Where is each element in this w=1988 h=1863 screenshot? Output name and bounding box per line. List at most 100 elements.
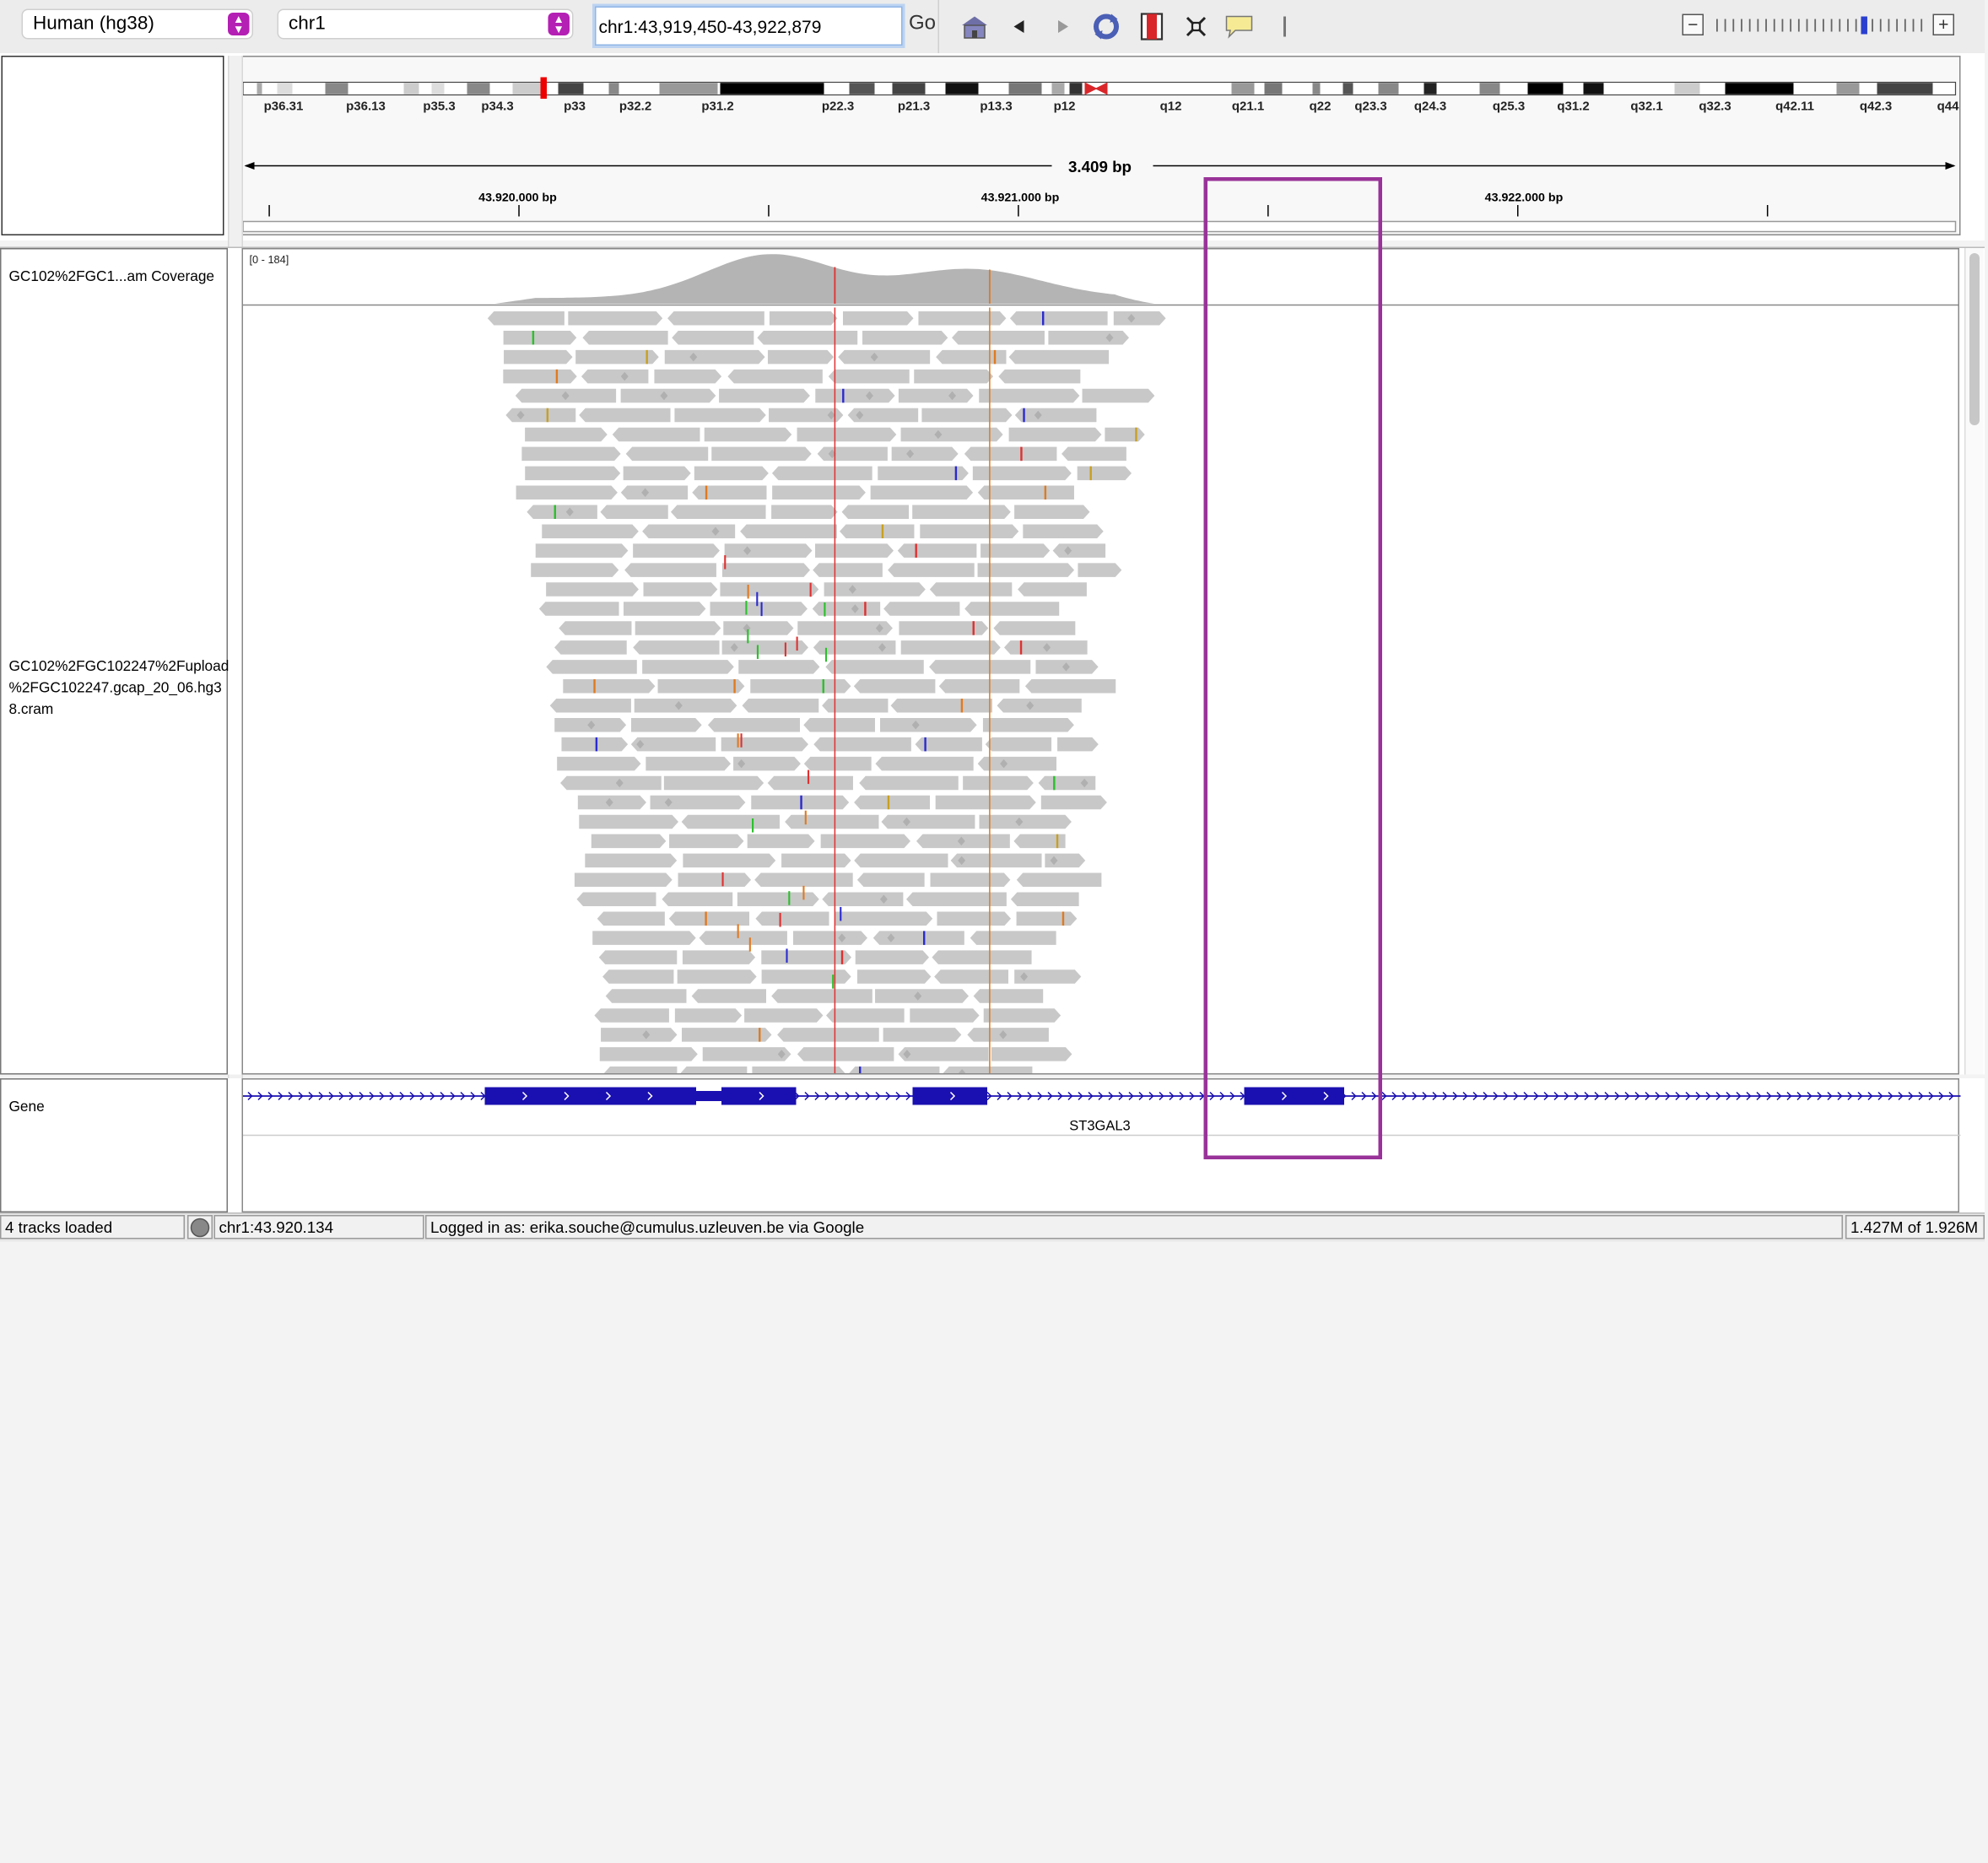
ideogram-band [277,83,293,94]
aligned-read [623,602,706,616]
aligned-read [598,950,678,964]
gene-track-name[interactable]: Gene [9,1098,45,1120]
aligned-read [856,872,925,888]
aligned-read [859,775,959,791]
forward-icon[interactable] [1047,10,1080,43]
aligned-read [650,795,746,810]
alignment-track-name-line: %2FGC102247.gcap_20_06.hg3 [8,681,222,696]
back-icon[interactable] [1002,10,1035,43]
locus-input[interactable] [592,3,905,48]
coverage-track[interactable] [494,254,1155,304]
aligned-read [771,989,872,1003]
band-label: q42.3 [1860,100,1892,114]
aligned-read [898,388,974,403]
aligned-read [694,466,769,481]
zoom-slider[interactable] [1714,16,1926,35]
zoom-in-button[interactable]: + [1932,14,1954,35]
zoom-out-button[interactable]: − [1682,14,1704,35]
gene-label: ST3GAL3 [1069,1119,1130,1134]
toolbar-divider [937,0,939,53]
mismatch-base [960,699,964,713]
zoom-tick [1823,19,1824,32]
chromosome-ideogram[interactable] [242,77,1957,100]
mismatch-base [786,948,788,963]
genome-dropdown[interactable]: Human (hg38) ▲ ▼ [21,8,253,40]
coverage-track-name[interactable]: GC102%2FGC1...am Coverage [9,267,215,289]
memory-status: 1.427M of 1.926M [1845,1215,1985,1239]
band-label: q31.2 [1557,100,1589,114]
ideogram-band [849,83,875,94]
alignment-reads[interactable] [487,307,1166,1075]
zoom-tick [1912,19,1915,32]
scrollbar-thumb[interactable] [1969,253,1980,425]
aligned-read [997,699,1082,713]
aligned-read [504,349,573,364]
go-button[interactable]: Go [909,13,936,35]
aligned-read [824,582,926,597]
aligned-read [642,524,736,538]
aligned-read [707,717,801,732]
zoom-tick [1904,19,1906,32]
band-label: q32.1 [1630,100,1662,114]
zoom-tick [1716,19,1718,32]
mismatch-base [881,524,884,538]
band-label: p22.3 [822,100,854,114]
popup-text-icon[interactable] [1223,10,1256,43]
aligned-read [672,330,754,345]
aligned-read [797,1047,894,1061]
mismatch-base [705,485,708,500]
aligned-read [1040,795,1107,810]
tracks-loaded-status: 4 tracks loaded [0,1215,185,1239]
mismatch-base [1019,640,1023,655]
alignment-data-area[interactable]: [0 - 184] [241,248,1959,1075]
gene-feature[interactable] [243,1087,1961,1105]
aligned-read [642,660,734,674]
mismatch-base [796,636,798,651]
ideogram-band [512,83,543,94]
aligned-read [883,602,960,616]
data-panel: GC102%2FGC1...am Coverage GC102%2FGC1022… [0,246,1985,1075]
aligned-read [663,775,764,791]
aligned-read [721,737,808,752]
chromosome-dropdown[interactable]: chr1 ▲ ▼ [277,8,574,40]
vertical-scrollbar[interactable] [1964,248,1984,1075]
zoom-tick [1806,19,1808,32]
aligned-read [525,427,608,442]
toolbar: Human (hg38) ▲▼ chr1 ▲▼ Go [0,0,1985,55]
home-icon[interactable] [959,10,991,43]
aligned-read [521,446,621,462]
band-label: q23.3 [1354,100,1386,114]
aligned-read [891,446,959,462]
aligned-read [767,775,853,791]
band-labels: p36.31 p36.13 p35.3 p34.3 p33 p32.2 p31.2 p22.3… [264,100,1959,114]
mismatch-base [546,408,549,423]
aligned-read [750,679,851,694]
band-label: q12 [1160,100,1182,114]
aligned-read [720,582,819,597]
aligned-read [935,795,1036,810]
resize-icon[interactable] [1180,10,1213,43]
aligned-read [963,775,1034,791]
alignment-track-name[interactable]: GC102%2FGC102247%2Fupload %2FGC102247.gc… [9,657,230,722]
ideogram-band [1264,83,1283,94]
zoom-tick [1773,19,1775,32]
zoom-tick [1797,19,1800,32]
ideogram-band [1423,83,1437,94]
zoom-tick [1765,19,1767,32]
mismatch-base [993,349,997,364]
aligned-read [549,699,631,713]
aligned-read [747,834,815,849]
aligned-read [835,911,933,926]
band-label: p31.2 [701,100,733,114]
aligned-read [967,1028,1049,1042]
region-of-interest-icon[interactable] [1136,10,1169,43]
mismatch-base [747,629,749,644]
ruler-panel[interactable]: p36.31 p36.13 p35.3 p34.3 p33 p32.2 p31.2 p22.3… [240,56,1961,235]
mismatch-base [832,975,835,989]
gene-track-area[interactable]: ST3GAL3 [241,1078,1961,1212]
band-label: p33 [564,100,586,114]
aligned-read [563,679,656,694]
aligned-read [910,1008,980,1023]
mismatch-base [859,1066,862,1073]
refresh-icon[interactable] [1090,10,1123,43]
